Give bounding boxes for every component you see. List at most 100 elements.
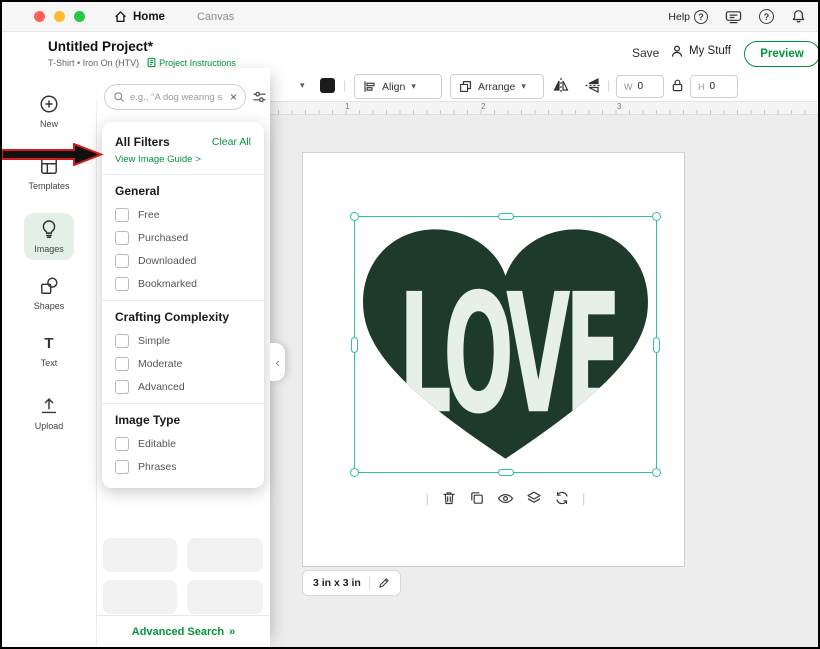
selection-handle-right[interactable] — [653, 337, 660, 353]
filters-title: All Filters — [115, 135, 170, 149]
view-image-guide-link[interactable]: View Image Guide > — [115, 154, 251, 165]
search-input[interactable] — [130, 92, 225, 103]
clear-all-link[interactable]: Clear All — [212, 136, 251, 148]
checkbox[interactable] — [115, 357, 129, 371]
checkbox[interactable] — [115, 460, 129, 474]
love-heart-artwork[interactable]: LOVE — [359, 223, 652, 466]
filter-section-general: General — [115, 184, 251, 198]
ruler-mark: 1 — [345, 102, 349, 111]
checkbox[interactable] — [115, 254, 129, 268]
checkbox[interactable] — [115, 277, 129, 291]
help-button[interactable]: Help ? — [668, 10, 708, 24]
tab-canvas[interactable]: Canvas — [197, 11, 234, 23]
notifications-bell-icon[interactable] — [791, 9, 806, 24]
upload-icon — [39, 396, 59, 416]
filter-option-phrases[interactable]: Phrases — [115, 460, 251, 474]
advanced-search-link[interactable]: Advanced Search » — [132, 626, 235, 638]
edit-size-pencil-icon[interactable] — [378, 577, 390, 589]
instructions-doc-icon — [147, 57, 156, 68]
selection-handle-bottom[interactable] — [498, 469, 514, 476]
height-value: 0 — [710, 81, 716, 92]
filter-section-image-type: Image Type — [115, 413, 251, 427]
filters-toggle-icon[interactable] — [252, 90, 267, 104]
sidebar-item-images[interactable]: Images — [24, 213, 74, 260]
checkbox[interactable] — [115, 437, 129, 451]
chevron-right-icon: > — [195, 154, 201, 165]
panel-footer: Advanced Search » — [97, 615, 270, 647]
align-dropdown[interactable]: Align ▾ — [354, 74, 442, 99]
sidebar-item-upload[interactable]: Upload — [25, 390, 74, 437]
panel-collapse-button[interactable]: ‹ — [270, 343, 285, 381]
ruler-mark: 3 — [617, 102, 621, 111]
annotation-arrow — [2, 143, 104, 166]
selection-handle-left[interactable] — [351, 337, 358, 353]
selection-bounding-box[interactable]: LOVE — [354, 216, 657, 473]
tab-home[interactable]: Home — [114, 10, 165, 23]
flatten-layers-icon[interactable] — [526, 490, 542, 506]
duplicate-icon[interactable] — [469, 490, 485, 506]
color-swatch[interactable] — [320, 78, 335, 93]
filter-option-free[interactable]: Free — [115, 208, 251, 222]
filter-option-editable[interactable]: Editable — [115, 437, 251, 451]
project-title: Untitled Project* — [48, 39, 153, 54]
selection-handle-bottom-left[interactable] — [350, 468, 359, 477]
image-result-placeholder[interactable] — [187, 580, 263, 614]
checkbox[interactable] — [115, 208, 129, 222]
color-sync-icon[interactable] — [554, 490, 570, 506]
operation-dropdown-chevron[interactable]: ▾ — [300, 80, 305, 91]
new-plus-icon — [39, 94, 59, 114]
help-label: Help — [668, 11, 690, 23]
sidebar-item-new[interactable]: New — [29, 88, 69, 135]
checkbox[interactable] — [115, 334, 129, 348]
double-chevron-right-icon: » — [229, 626, 235, 638]
question-icon[interactable]: ? — [759, 9, 774, 24]
arrange-dropdown[interactable]: Arrange ▾ — [450, 74, 544, 99]
shapes-icon — [39, 276, 59, 296]
flip-vertical-icon[interactable] — [584, 77, 602, 94]
project-subtitle-row: T-Shirt • Iron On (HTV) Project Instruct… — [48, 57, 236, 68]
window-zoom-button[interactable] — [74, 11, 85, 22]
size-badge[interactable]: 3 in x 3 in — [302, 570, 401, 596]
filter-option-advanced[interactable]: Advanced — [115, 380, 251, 394]
height-field[interactable]: H 0 — [690, 75, 738, 98]
selection-handle-top-left[interactable] — [350, 212, 359, 221]
filter-option-simple[interactable]: Simple — [115, 334, 251, 348]
text-tool-icon: T — [44, 335, 53, 353]
filter-option-purchased[interactable]: Purchased — [115, 231, 251, 245]
filter-option-downloaded[interactable]: Downloaded — [115, 254, 251, 268]
filter-section-complexity: Crafting Complexity — [115, 310, 251, 324]
lock-aspect-icon[interactable] — [671, 78, 684, 93]
search-clear-icon[interactable]: × — [230, 92, 237, 102]
arrange-icon — [459, 80, 472, 93]
image-result-placeholder[interactable] — [103, 580, 177, 614]
window-minimize-button[interactable] — [54, 11, 65, 22]
preview-button[interactable]: Preview — [744, 41, 820, 67]
selection-quick-toolbar: | | — [354, 490, 657, 506]
feedback-icon[interactable] — [725, 10, 742, 24]
images-lightbulb-icon — [39, 219, 59, 239]
image-search-box[interactable]: × — [104, 84, 246, 110]
hide-eye-icon[interactable] — [497, 491, 514, 506]
project-instructions-link[interactable]: Project Instructions — [147, 57, 236, 68]
selection-handle-top[interactable] — [498, 213, 514, 220]
tab-home-label: Home — [133, 11, 165, 23]
delete-icon[interactable] — [441, 490, 457, 506]
my-stuff-button[interactable]: My Stuff — [670, 44, 731, 58]
help-icon: ? — [694, 10, 708, 24]
checkbox[interactable] — [115, 231, 129, 245]
filter-option-bookmarked[interactable]: Bookmarked — [115, 277, 251, 291]
image-result-placeholder[interactable] — [103, 538, 177, 572]
checkbox[interactable] — [115, 380, 129, 394]
selection-handle-bottom-right[interactable] — [652, 468, 661, 477]
sidebar-item-text[interactable]: T Text — [31, 329, 68, 374]
filter-option-moderate[interactable]: Moderate — [115, 357, 251, 371]
image-search-panel: × All Filters Clear All View Image Guide… — [97, 68, 270, 647]
width-value: 0 — [638, 81, 644, 92]
window-close-button[interactable] — [34, 11, 45, 22]
width-field[interactable]: W 0 — [616, 75, 664, 98]
flip-horizontal-icon[interactable] — [552, 77, 570, 94]
save-button[interactable]: Save — [632, 46, 659, 60]
selection-handle-top-right[interactable] — [652, 212, 661, 221]
image-result-placeholder[interactable] — [187, 538, 263, 572]
sidebar-item-shapes[interactable]: Shapes — [24, 270, 75, 317]
